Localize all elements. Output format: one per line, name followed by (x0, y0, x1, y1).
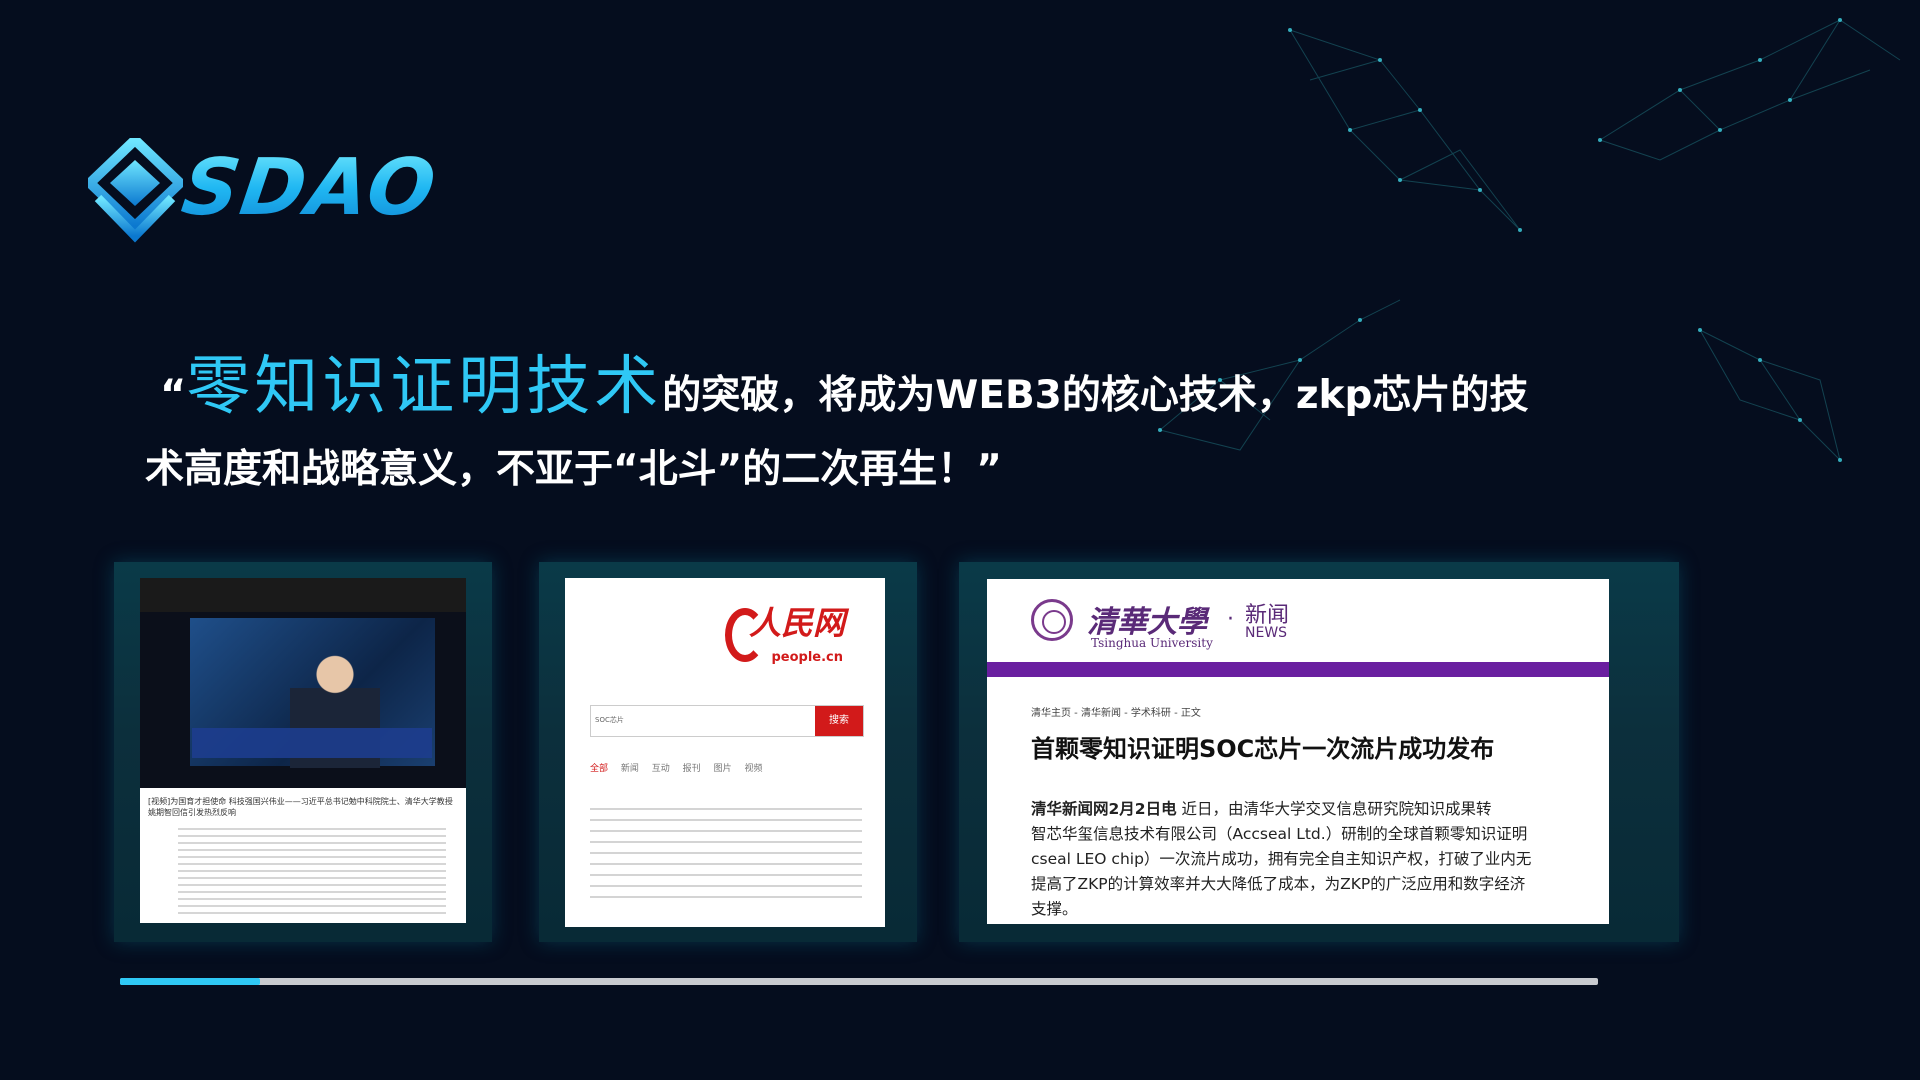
cctv-video-player (140, 612, 466, 788)
quote-line1-text: 的突破，将成为WEB3的核心技术，zkp芯片的技 (662, 373, 1529, 418)
slide-progress-bar (120, 978, 1598, 985)
article-line: cseal LEO chip）一次流片成功，拥有完全自主知识产权，打破了业内无 (1031, 850, 1532, 868)
tsinghua-name: 清華大學 (1087, 605, 1207, 640)
people-tab: 视频 (744, 764, 763, 774)
people-domain: people.cn (771, 650, 843, 665)
people-logo-text: 人民网 (748, 604, 845, 642)
quote-line-2: 术高度和战略意义，不亚于“北斗”的二次再生！” (145, 438, 1002, 494)
article-line: 提高了ZKP的计算效率并大大降低了成本，为ZKP的广泛应用和数字经济 (1031, 875, 1526, 893)
people-screenshot-panel: 人民网 people.cn SOC芯片 搜索 全部 新闻 互动 报刊 图片 视频 (539, 562, 917, 942)
article-line: 支撑。 (1031, 900, 1078, 918)
tsinghua-breadcrumb: 清华主页 - 清华新闻 - 学术科研 - 正文 (1031, 708, 1201, 719)
people-screenshot: 人民网 people.cn SOC芯片 搜索 全部 新闻 互动 报刊 图片 视频 (565, 578, 885, 927)
tsinghua-screenshot-panel: 清華大學 Tsinghua University · 新闻 NEWS 清华主页 … (959, 562, 1679, 942)
people-search-button: 搜索 (815, 706, 863, 736)
tsinghua-seal-icon (1031, 599, 1073, 641)
people-tab: 报刊 (682, 764, 701, 774)
cctv-screenshot: [视频]为国育才担使命 科技强国兴伟业——习近平总书记勉中科院院士、清华大学教授… (140, 578, 466, 923)
tsinghua-article-body: 清华新闻网2月2日电 近日，由清华大学交叉信息研究院知识成果转 智芯华玺信息技术… (1031, 797, 1609, 922)
quote-highlight: 零知识证明技术 (186, 350, 663, 424)
sdao-logo-icon (88, 138, 183, 243)
people-tab: 新闻 (620, 764, 639, 774)
article-line: 近日，由清华大学交叉信息研究院知识成果转 (1176, 800, 1492, 818)
cctv-nav-bar (140, 578, 466, 612)
people-tab: 图片 (713, 764, 732, 774)
quote-line2-text: 术高度和战略意义，不亚于“北斗”的二次再生！” (145, 447, 1002, 492)
tsinghua-section-en: NEWS (1245, 625, 1288, 641)
article-dateline: 清华新闻网2月2日电 (1031, 800, 1177, 818)
tsinghua-separator: · (1227, 607, 1234, 632)
cctv-headline: [视频]为国育才担使命 科技强国兴伟业——习近平总书记勉中科院院士、清华大学教授… (148, 797, 453, 817)
quote-line-1: “零知识证明技术的突破，将成为WEB3的核心技术，zkp芯片的技 (160, 335, 1529, 424)
people-tabs: 全部 新闻 互动 报刊 图片 视频 (590, 761, 762, 774)
sdao-logo: SDAO (88, 138, 468, 243)
people-search-box: SOC芯片 搜索 (590, 705, 864, 737)
cctv-screenshot-panel: [视频]为国育才担使命 科技强国兴伟业——习近平总书记勉中科院院士、清华大学教授… (114, 562, 492, 942)
people-tab: 互动 (651, 764, 670, 774)
people-tab: 全部 (590, 764, 609, 774)
article-line: 智芯华玺信息技术有限公司（Accseal Ltd.）研制的全球首颗零知识证明 (1031, 825, 1528, 843)
video-caption-bar (192, 728, 432, 758)
tsinghua-screenshot: 清華大學 Tsinghua University · 新闻 NEWS 清华主页 … (987, 579, 1609, 924)
quote-open-mark: “ (160, 372, 187, 418)
tsinghua-header: 清華大學 Tsinghua University · 新闻 NEWS (987, 579, 1609, 659)
people-search-results (590, 808, 862, 900)
tsinghua-name-en: Tsinghua University (1091, 636, 1213, 650)
tsinghua-purple-bar (987, 662, 1609, 677)
cctv-article-text (178, 828, 446, 917)
brand-name: SDAO (176, 138, 443, 238)
people-search-query: SOC芯片 (595, 716, 624, 724)
tsinghua-article-title: 首颗零知识证明SOC芯片一次流片成功发布 (1031, 735, 1495, 763)
slide-progress-fill (120, 978, 261, 985)
